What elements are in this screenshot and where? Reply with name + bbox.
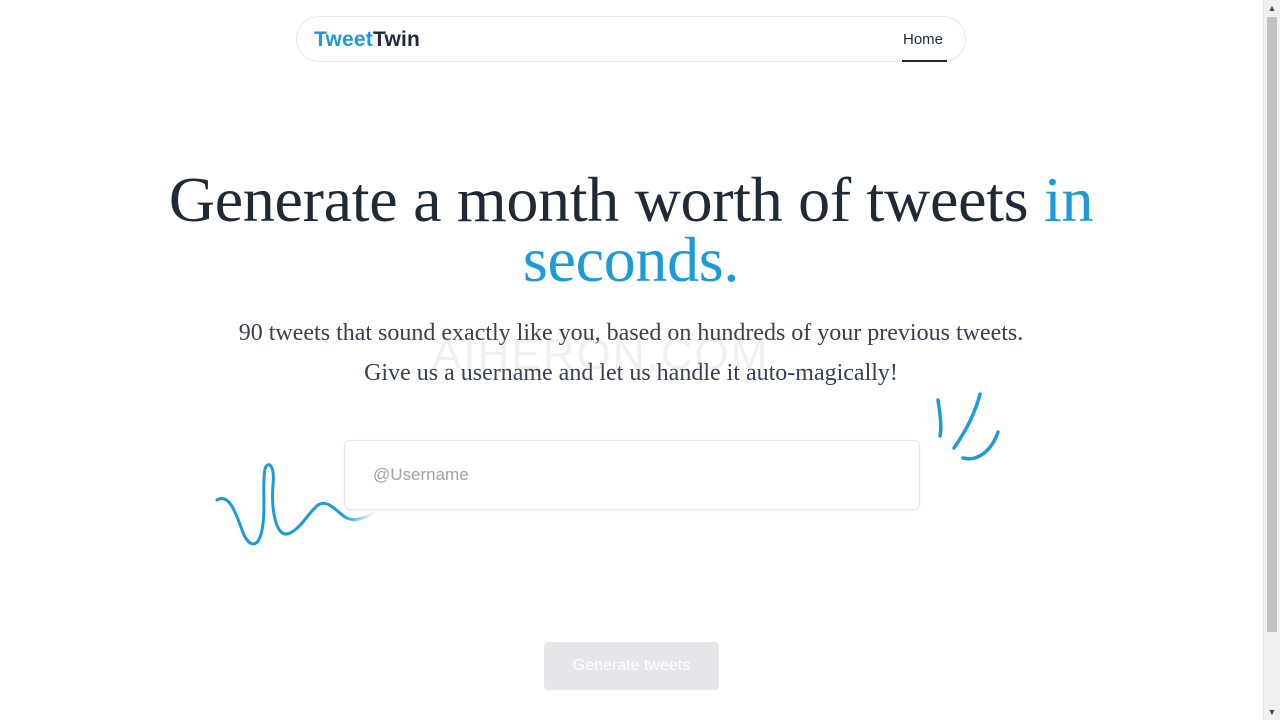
logo-part-twin: Twin bbox=[372, 28, 421, 51]
hero-subline-1: 90 tweets that sound exactly like you, b… bbox=[238, 320, 1024, 346]
page: TweetTwin Home Generate a month worth of… bbox=[0, 0, 1280, 720]
headline-accent-in: in bbox=[1043, 164, 1094, 235]
logo[interactable]: TweetTwin bbox=[314, 27, 420, 53]
sparkle-lines-icon bbox=[936, 392, 1000, 461]
headline-accent-seconds: seconds. bbox=[522, 224, 740, 295]
vertical-scrollbar[interactable]: ▲ ▼ bbox=[1263, 0, 1280, 720]
nav-active-underline bbox=[902, 60, 948, 62]
scrollbar-thumb[interactable] bbox=[1267, 17, 1277, 632]
scroll-down-arrow-icon[interactable]: ▼ bbox=[1264, 704, 1280, 720]
nav-home-label: Home bbox=[903, 31, 944, 48]
hero-subline-2: Give us a username and let us handle it … bbox=[364, 360, 898, 386]
hero-headline: Generate a month worth of tweets in seco… bbox=[0, 168, 1262, 292]
scroll-up-arrow-icon[interactable]: ▲ bbox=[1264, 0, 1280, 16]
logo-part-tweet: Tweet bbox=[314, 28, 373, 51]
generate-tweets-button[interactable]: Generate tweets bbox=[544, 642, 719, 690]
nav-home-link[interactable]: Home bbox=[902, 17, 948, 62]
navbar: TweetTwin Home bbox=[296, 16, 966, 62]
username-input[interactable] bbox=[344, 440, 920, 510]
